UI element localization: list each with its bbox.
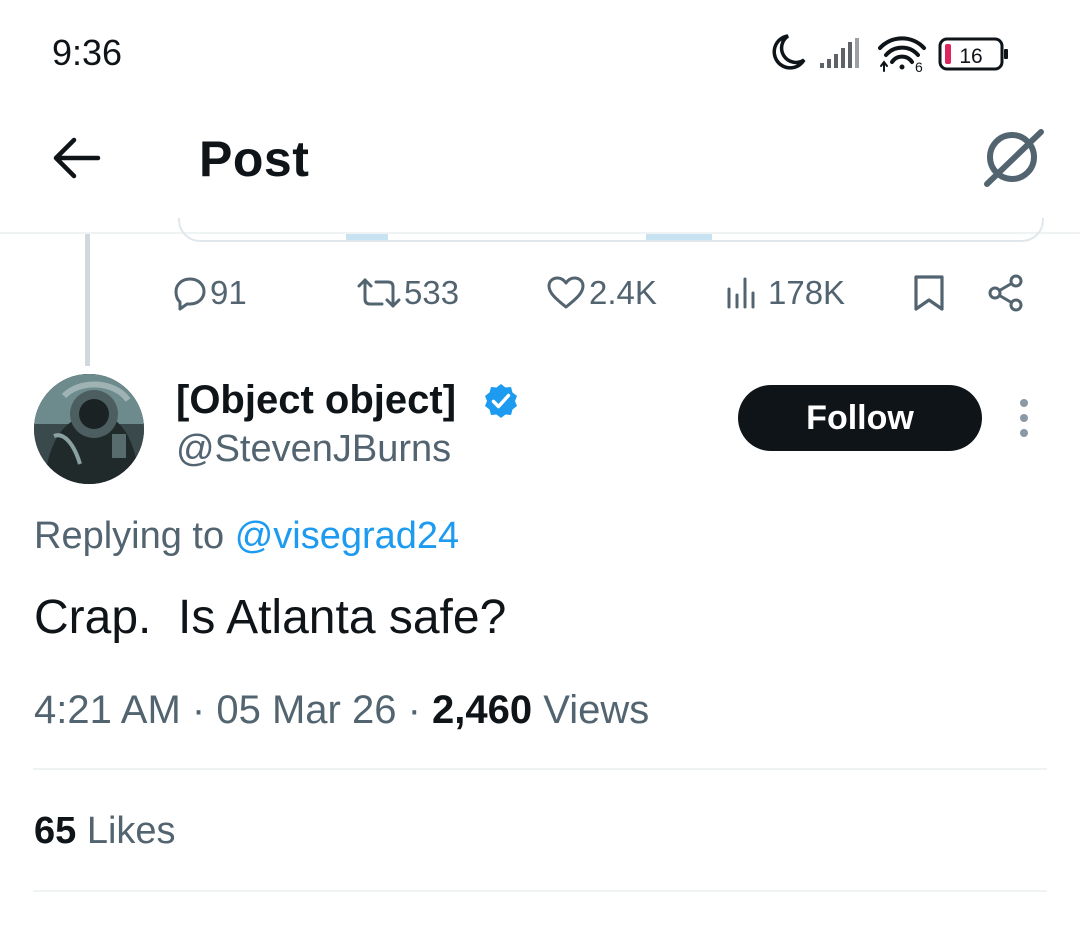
more-options-icon: [1020, 399, 1028, 437]
replying-to-line: Replying to @visegrad24: [34, 515, 459, 558]
grok-button[interactable]: [975, 122, 1051, 192]
reply-count: 91: [210, 274, 247, 311]
tweet-meta: 4:21 AM · 05 Mar 26 · 2,460 Views: [34, 688, 649, 733]
tweet-views-count: 2,460: [432, 688, 533, 732]
replying-prefix: Replying to: [34, 515, 225, 557]
meta-separator: ·: [407, 688, 421, 732]
tweet-views-label: Views: [543, 688, 650, 732]
grok-icon: [984, 129, 1044, 187]
like-icon: [547, 276, 585, 309]
media-card-image-edge: [646, 234, 712, 240]
back-arrow-icon: [53, 137, 101, 179]
share-icon: [988, 274, 1023, 312]
back-button[interactable]: [50, 130, 106, 186]
page-title: Post: [199, 131, 310, 187]
views-count: 178K: [768, 274, 846, 311]
battery-icon: 16: [938, 37, 1008, 71]
display-name[interactable]: [Object object]: [176, 378, 456, 423]
reply-action[interactable]: 91: [172, 270, 247, 316]
tweet-text: Crap. Is Atlanta safe?: [34, 591, 507, 644]
avatar[interactable]: [34, 374, 144, 484]
repost-icon: [357, 278, 401, 308]
bookmark-icon: [914, 275, 944, 311]
verified-badge-icon: [482, 382, 520, 420]
views-icon: [727, 277, 755, 309]
bookmark-button[interactable]: [912, 270, 946, 316]
like-action[interactable]: 2.4K: [546, 270, 657, 316]
media-card-image-edge: [346, 234, 388, 240]
svg-text:16: 16: [959, 45, 982, 68]
follow-button[interactable]: Follow: [738, 385, 982, 451]
author-handle[interactable]: @StevenJBurns: [176, 428, 451, 471]
media-card-remnant: [178, 218, 1044, 242]
likes-summary[interactable]: 65 Likes: [34, 810, 176, 853]
repost-action[interactable]: 533: [356, 270, 459, 316]
more-options-button[interactable]: [1006, 396, 1042, 442]
share-button[interactable]: [986, 270, 1026, 316]
like-count: 2.4K: [589, 274, 657, 311]
thread-line: [85, 234, 90, 366]
reply-icon: [174, 277, 206, 311]
repost-count: 533: [404, 274, 460, 311]
meta-separator: ·: [191, 688, 206, 732]
replying-to-handle-link[interactable]: @visegrad24: [235, 515, 459, 557]
status-icons: 6 16: [768, 30, 1018, 75]
likes-count: 65: [34, 810, 77, 852]
moon-icon: [772, 34, 806, 70]
divider: [33, 768, 1047, 770]
views-action[interactable]: 178K: [726, 270, 845, 316]
likes-label: Likes: [86, 810, 176, 852]
signal-icon: [820, 38, 859, 68]
tweet-date[interactable]: 05 Mar 26: [216, 688, 396, 732]
status-time: 9:36: [52, 32, 123, 73]
divider: [33, 890, 1047, 892]
tweet-time[interactable]: 4:21 AM: [34, 688, 181, 732]
wifi-badge: 6: [915, 59, 923, 74]
